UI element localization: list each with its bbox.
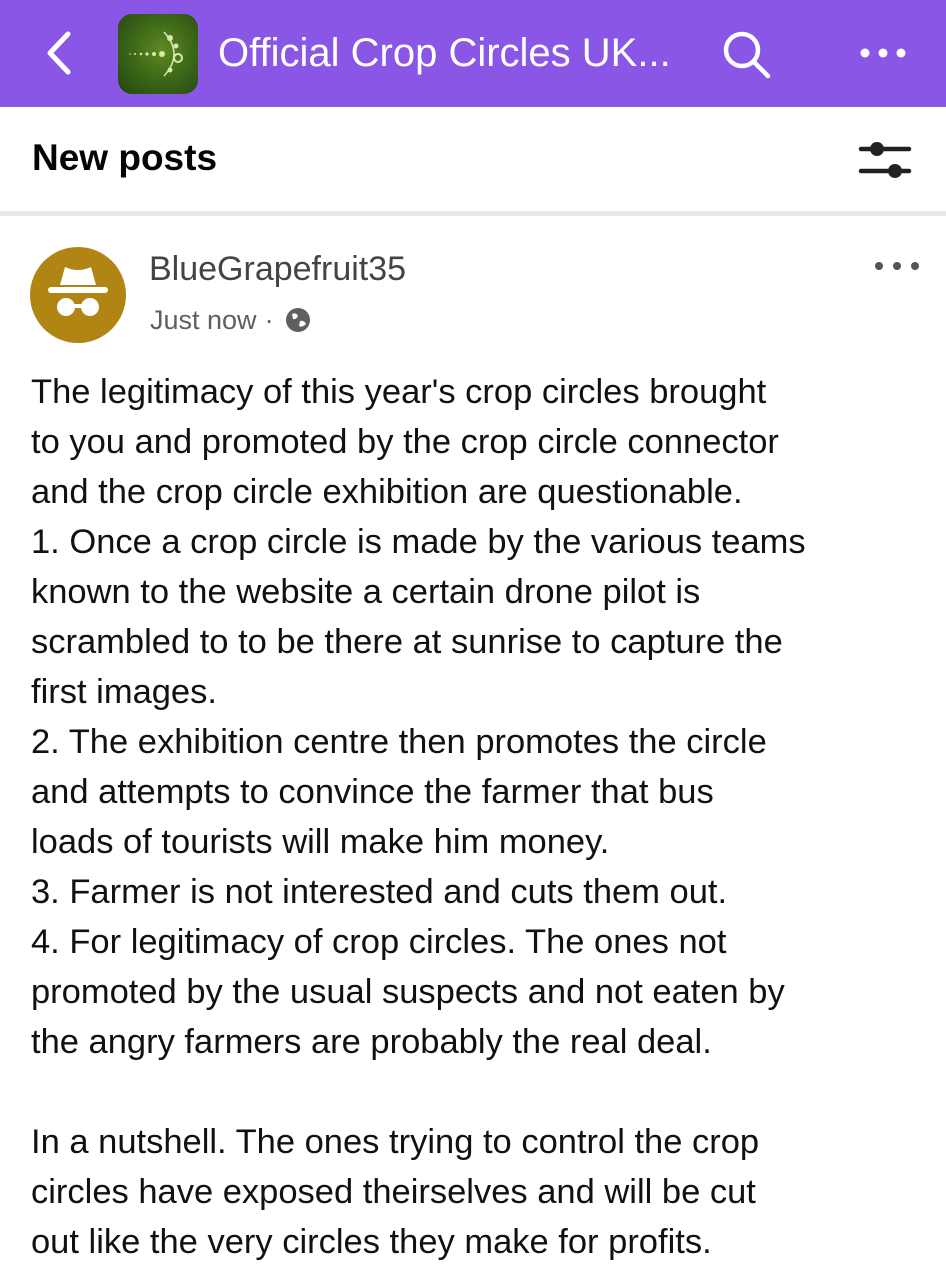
- post-text-line: known to the website a certain drone pil…: [31, 573, 701, 611]
- post-text-line: promoted by the usual suspects and not e…: [31, 973, 785, 1011]
- post-text-line: and attempts to convince the farmer that…: [31, 773, 714, 811]
- post-meta: Just now ·: [150, 300, 312, 340]
- post-text-line: 1. Once a crop circle is made by the var…: [31, 523, 806, 561]
- feed-title: New posts: [32, 137, 218, 178]
- post-author[interactable]: BlueGrapefruit35: [149, 248, 406, 290]
- post-text-line: first images.: [31, 673, 217, 711]
- post-text-line: loads of tourists will make him money.: [31, 823, 610, 861]
- post-more-options-icon[interactable]: [870, 252, 924, 280]
- post-text-line: 2. The exhibition centre then promotes t…: [31, 723, 767, 761]
- post-text-line: In a nutshell. The ones trying to contro…: [31, 1123, 760, 1161]
- group-icon[interactable]: [118, 14, 198, 94]
- post-text-line: 4. For legitimacy of crop circles. The o…: [31, 923, 727, 961]
- feed-header: New posts: [0, 107, 946, 216]
- post-text-line: the angry farmers are probably the real …: [31, 1023, 712, 1061]
- post-time[interactable]: Just now: [150, 300, 257, 340]
- post-text-line: 3. Farmer is not interested and cuts the…: [31, 873, 728, 911]
- post-text-line: [31, 1067, 931, 1117]
- post-text-line: circles have exposed theirselves and wil…: [31, 1173, 756, 1211]
- post-text-line: out like the very circles they make for …: [31, 1223, 712, 1261]
- meta-separator: ·: [264, 305, 274, 335]
- post-body: The legitimacy of this year's crop circl…: [31, 367, 931, 1267]
- post-text-line: and the crop circle exhibition are quest…: [31, 473, 743, 511]
- post-text-line: The legitimacy of this year's crop circl…: [31, 373, 767, 411]
- back-arrow-icon[interactable]: [38, 22, 82, 84]
- globe-icon: [285, 308, 310, 332]
- incognito-icon: [48, 267, 108, 316]
- group-title[interactable]: Official Crop Circles UK...: [218, 24, 698, 82]
- search-icon[interactable]: [718, 26, 774, 82]
- more-options-icon[interactable]: [855, 38, 911, 68]
- top-app-bar: Official Crop Circles UK...: [0, 0, 946, 107]
- filter-sliders-icon[interactable]: [857, 137, 913, 185]
- post-text-line: scrambled to to be there at sunrise to c…: [31, 623, 783, 661]
- post-text-line: to you and promoted by the crop circle c…: [31, 423, 779, 461]
- avatar[interactable]: [30, 247, 126, 343]
